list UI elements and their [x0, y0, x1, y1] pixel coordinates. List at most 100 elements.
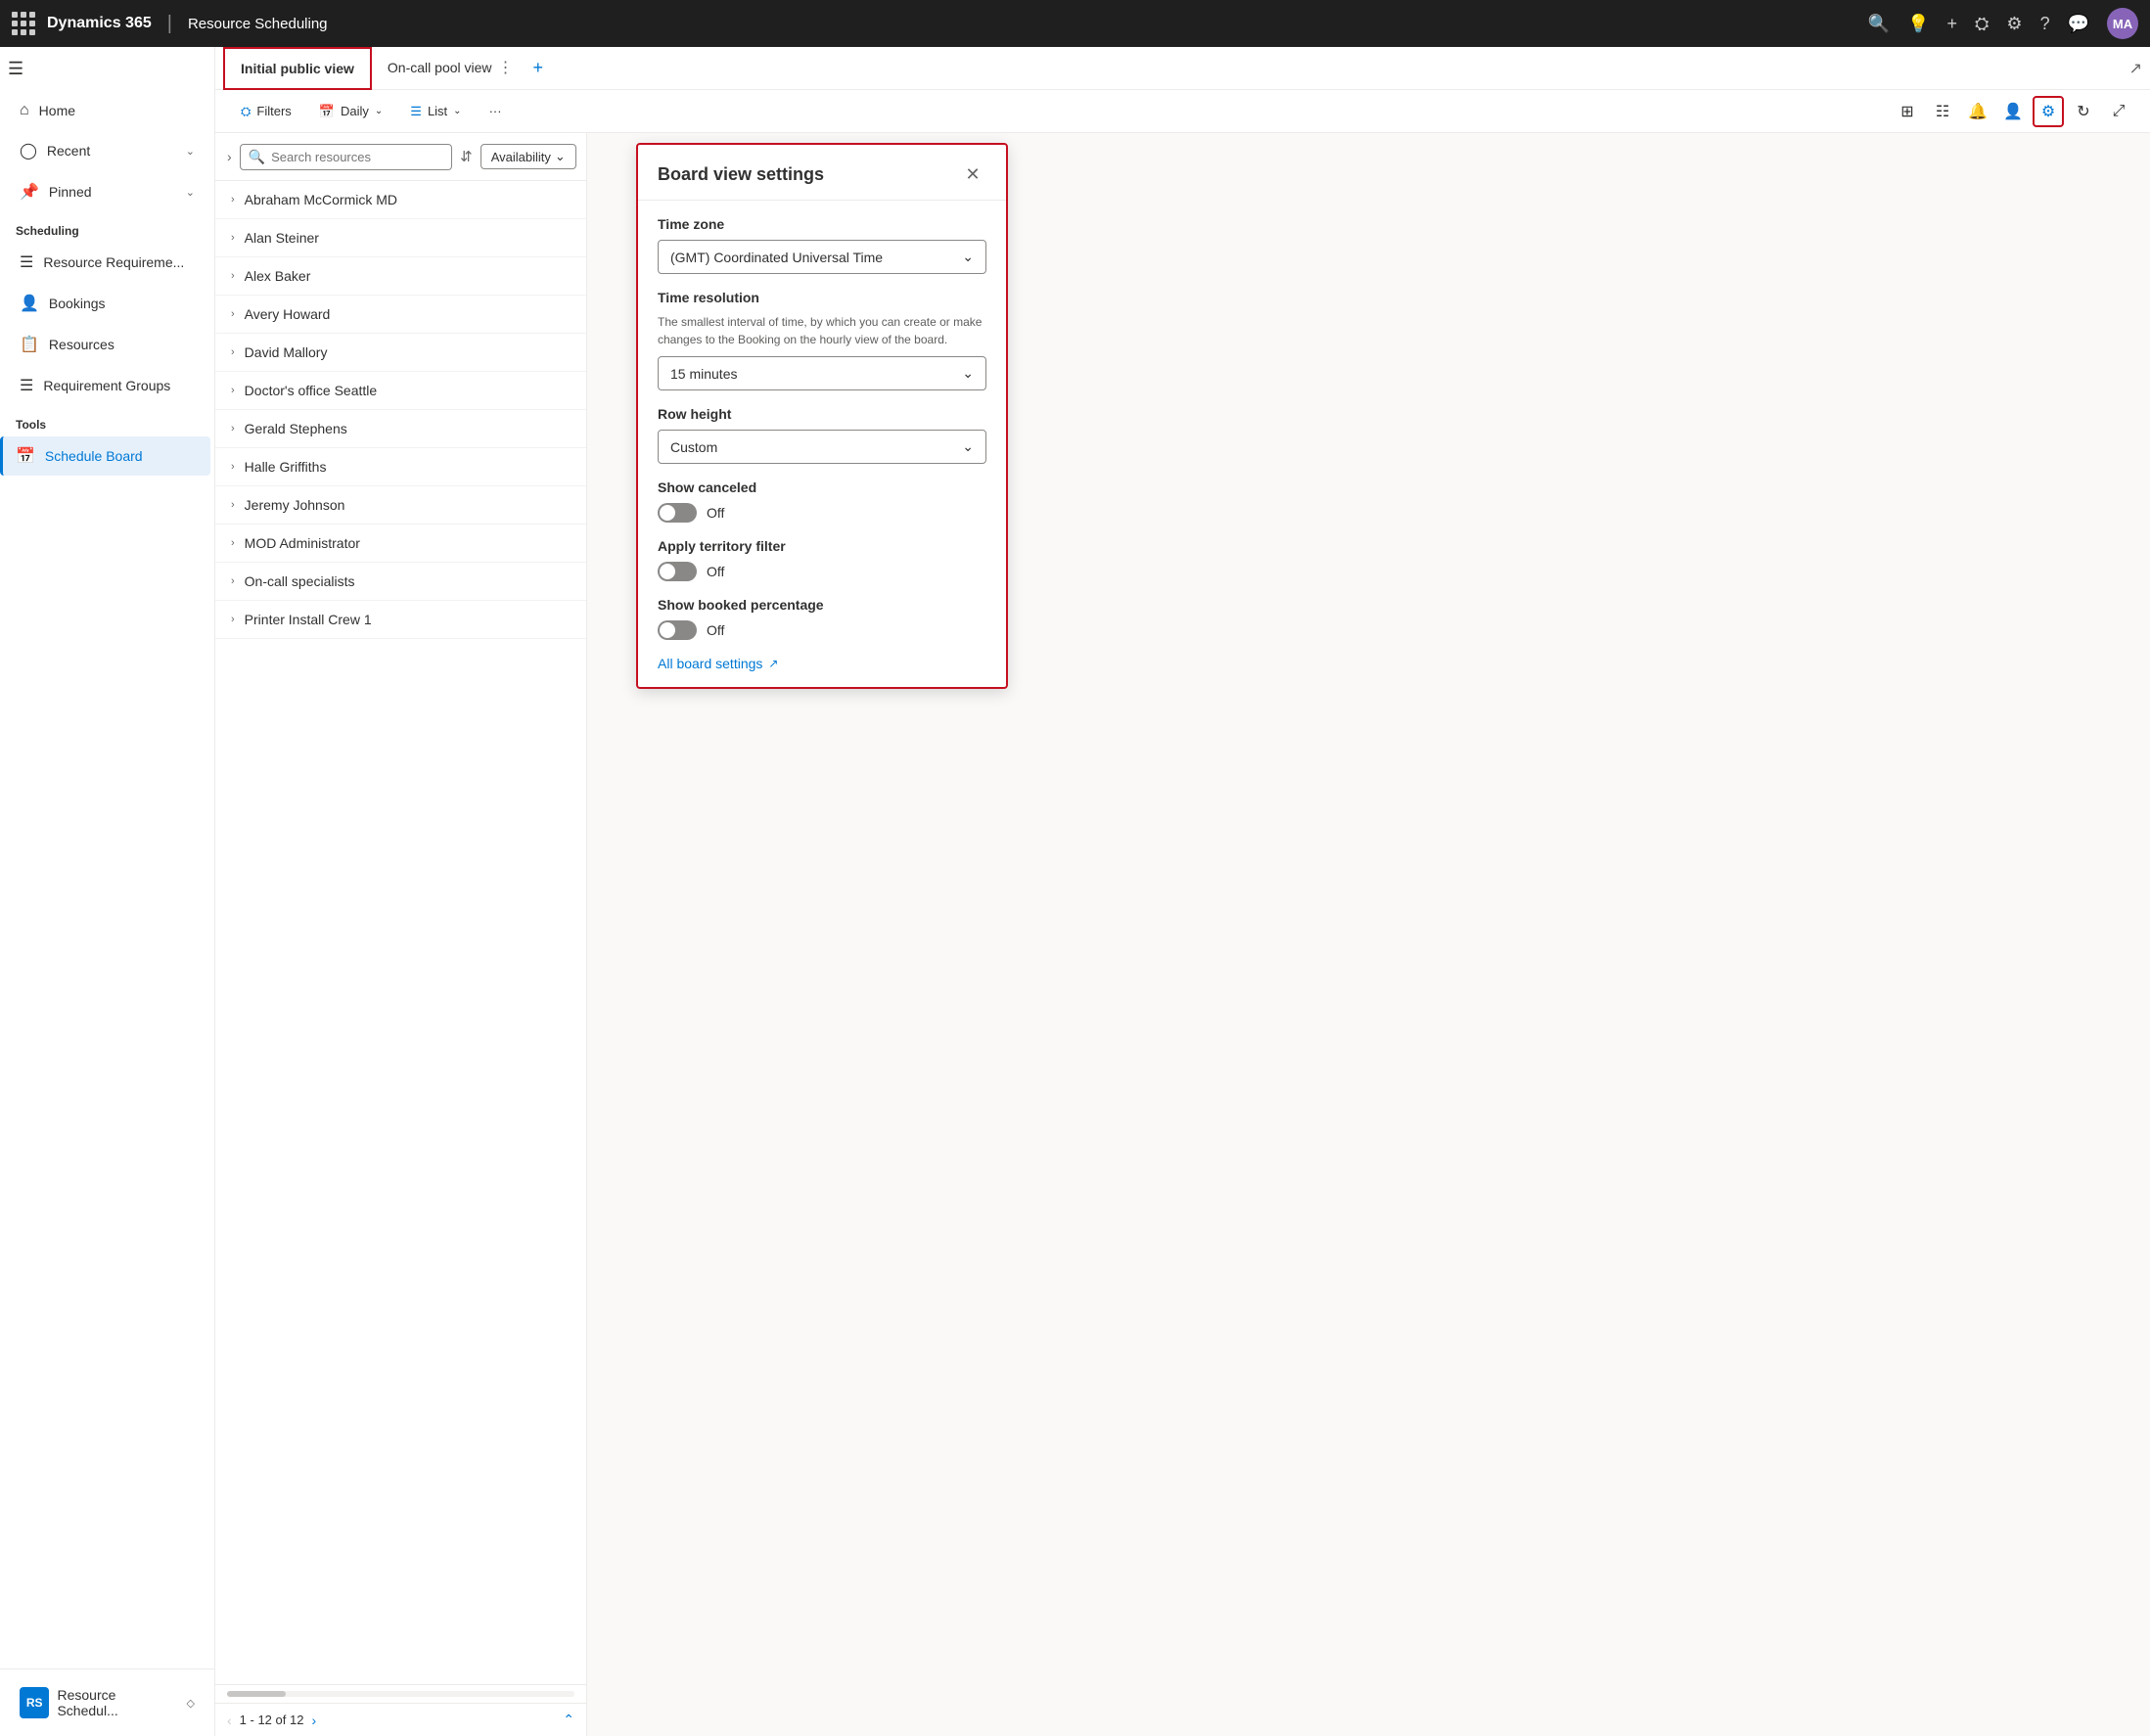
- chevron-down-icon: ⌄: [375, 106, 383, 116]
- toggle-thumb: [660, 505, 675, 521]
- add-icon[interactable]: +: [1947, 14, 1958, 34]
- territory-filter-toggle-track[interactable]: [658, 562, 697, 581]
- collapse-button[interactable]: ⌃: [563, 1712, 574, 1728]
- person-icon-button[interactable]: 👤: [1997, 96, 2029, 127]
- search-icon[interactable]: 🔍: [1868, 14, 1890, 34]
- resource-item[interactable]: › Halle Griffiths: [215, 448, 586, 486]
- all-board-settings-link[interactable]: All board settings ↗: [658, 656, 986, 671]
- refresh-icon-button[interactable]: ↻: [2068, 96, 2099, 127]
- chat-icon[interactable]: 💬: [2068, 14, 2089, 34]
- time-resolution-label: Time resolution: [658, 290, 986, 305]
- resource-name: Printer Install Crew 1: [245, 612, 372, 627]
- resource-item[interactable]: › On-call specialists: [215, 563, 586, 601]
- booked-percentage-toggle-track[interactable]: [658, 620, 697, 640]
- resource-item[interactable]: › Alan Steiner: [215, 219, 586, 257]
- bell-icon-button[interactable]: 🔔: [1962, 96, 1993, 127]
- settings-header: Board view settings ✕: [638, 145, 1006, 201]
- sidebar-item-label: Resources: [49, 337, 114, 352]
- resource-icon: 📋: [20, 335, 39, 354]
- sidebar-item-requirement-groups[interactable]: ☰ Requirement Groups: [4, 366, 210, 405]
- resource-item[interactable]: › Alex Baker: [215, 257, 586, 296]
- resource-item[interactable]: › Printer Install Crew 1: [215, 601, 586, 639]
- sidebar-item-recent[interactable]: ◯ Recent ⌄: [4, 131, 210, 170]
- daily-button[interactable]: 📅 Daily ⌄: [309, 98, 392, 125]
- resource-list-footer: ‹ 1 - 12 of 12 › ⌃: [215, 1703, 586, 1736]
- more-button[interactable]: ···: [480, 98, 512, 124]
- prev-page-button[interactable]: ‹: [227, 1713, 232, 1728]
- time-resolution-dropdown[interactable]: 15 minutes ⌄: [658, 356, 986, 390]
- resource-name: MOD Administrator: [245, 535, 360, 551]
- sidebar-item-schedule-board[interactable]: 📅 Schedule Board: [0, 436, 210, 476]
- next-page-button[interactable]: ›: [311, 1713, 316, 1728]
- resource-items: › Abraham McCormick MD › Alan Steiner › …: [215, 181, 586, 1684]
- help-icon[interactable]: ?: [2040, 14, 2050, 34]
- sidebar-item-home[interactable]: ⌂ Home: [4, 92, 210, 129]
- popout-icon[interactable]: ↗: [2129, 61, 2142, 77]
- time-resolution-section: Time resolution The smallest interval of…: [658, 290, 986, 390]
- sort-button[interactable]: ⇵: [460, 143, 473, 170]
- sidebar-item-pinned[interactable]: 📌 Pinned ⌄: [4, 172, 210, 211]
- settings-icon[interactable]: ⚙: [2006, 14, 2022, 34]
- brand-area: Dynamics 365 | Resource Scheduling: [47, 13, 328, 35]
- settings-close-button[interactable]: ✕: [959, 160, 986, 188]
- external-link-icon: ↗: [768, 657, 778, 670]
- resource-item[interactable]: › Jeremy Johnson: [215, 486, 586, 525]
- hamburger-icon[interactable]: ☰: [8, 59, 23, 79]
- sidebar-item-resources[interactable]: 📋 Resources: [4, 325, 210, 364]
- resource-name: Alex Baker: [245, 268, 311, 284]
- list-button[interactable]: ☰ List ⌄: [400, 98, 471, 125]
- settings-icon-button[interactable]: ⚙: [2033, 96, 2064, 127]
- resource-item[interactable]: › MOD Administrator: [215, 525, 586, 563]
- resource-item[interactable]: › David Mallory: [215, 334, 586, 372]
- resource-list-scrollbar[interactable]: [215, 1684, 586, 1703]
- filters-button[interactable]: ⛭ Filters: [231, 98, 301, 125]
- filter-icon[interactable]: ⛭: [1975, 14, 1989, 34]
- tab-label: Initial public view: [241, 61, 354, 76]
- expand-icon: ⤢: [2113, 103, 2126, 120]
- resource-name: On-call specialists: [245, 573, 355, 589]
- sidebar-item-label: Schedule Board: [45, 448, 143, 464]
- show-canceled-toggle-track[interactable]: [658, 503, 697, 523]
- show-canceled-toggle: Off: [658, 503, 986, 523]
- app-launcher[interactable]: [12, 12, 35, 35]
- time-zone-value: (GMT) Coordinated Universal Time: [670, 250, 883, 265]
- list-view-icon-button[interactable]: ☷: [1927, 96, 1958, 127]
- resource-name: David Mallory: [245, 344, 328, 360]
- tab-initial-public-view[interactable]: Initial public view: [223, 47, 372, 90]
- user-avatar[interactable]: MA: [2107, 8, 2138, 39]
- toggle-thumb: [660, 564, 675, 579]
- resource-item[interactable]: › Avery Howard: [215, 296, 586, 334]
- toolbar-right-icons: ⊞ ☷ 🔔 👤 ⚙ ↻ ⤢: [1892, 96, 2134, 127]
- tab-on-call-pool-view[interactable]: On-call pool view ⋮: [372, 47, 529, 90]
- chevron-right-icon: ›: [231, 346, 235, 358]
- expand-button[interactable]: ›: [227, 145, 232, 168]
- sidebar-bottom-item[interactable]: RS Resource Schedul... ◇: [8, 1677, 206, 1728]
- tab-bar-right: ↗: [2129, 59, 2142, 78]
- expand-icon-button[interactable]: ⤢: [2103, 96, 2134, 127]
- table-icon-button[interactable]: ⊞: [1892, 96, 1923, 127]
- resource-name: Jeremy Johnson: [245, 497, 345, 513]
- tab-more-icon[interactable]: ⋮: [498, 58, 514, 77]
- sidebar-item-resource-requirements[interactable]: ☰ Resource Requireme...: [4, 243, 210, 282]
- chevron-right-icon: ›: [231, 537, 235, 549]
- search-icon: 🔍: [249, 149, 265, 165]
- chevron-icon: ◇: [187, 1697, 195, 1710]
- availability-button[interactable]: Availability ⌄: [480, 144, 576, 169]
- sidebar-item-bookings[interactable]: 👤 Bookings: [4, 284, 210, 323]
- resource-item[interactable]: › Doctor's office Seattle: [215, 372, 586, 410]
- tab-label: On-call pool view: [388, 60, 492, 75]
- row-height-dropdown[interactable]: Custom ⌄: [658, 430, 986, 464]
- availability-label: Availability: [491, 150, 551, 164]
- resource-item[interactable]: › Abraham McCormick MD: [215, 181, 586, 219]
- show-canceled-label: Show canceled: [658, 480, 986, 495]
- time-zone-dropdown[interactable]: (GMT) Coordinated Universal Time ⌄: [658, 240, 986, 274]
- tab-add-icon[interactable]: +: [533, 58, 544, 78]
- time-resolution-description: The smallest interval of time, by which …: [658, 313, 986, 348]
- sidebar-item-label: Recent: [47, 143, 90, 159]
- search-box[interactable]: 🔍: [240, 144, 452, 170]
- search-input[interactable]: [271, 150, 443, 164]
- lightbulb-icon[interactable]: 💡: [1907, 14, 1929, 34]
- chevron-down-icon: ⌄: [962, 365, 974, 382]
- territory-filter-value: Off: [707, 564, 724, 579]
- resource-item[interactable]: › Gerald Stephens: [215, 410, 586, 448]
